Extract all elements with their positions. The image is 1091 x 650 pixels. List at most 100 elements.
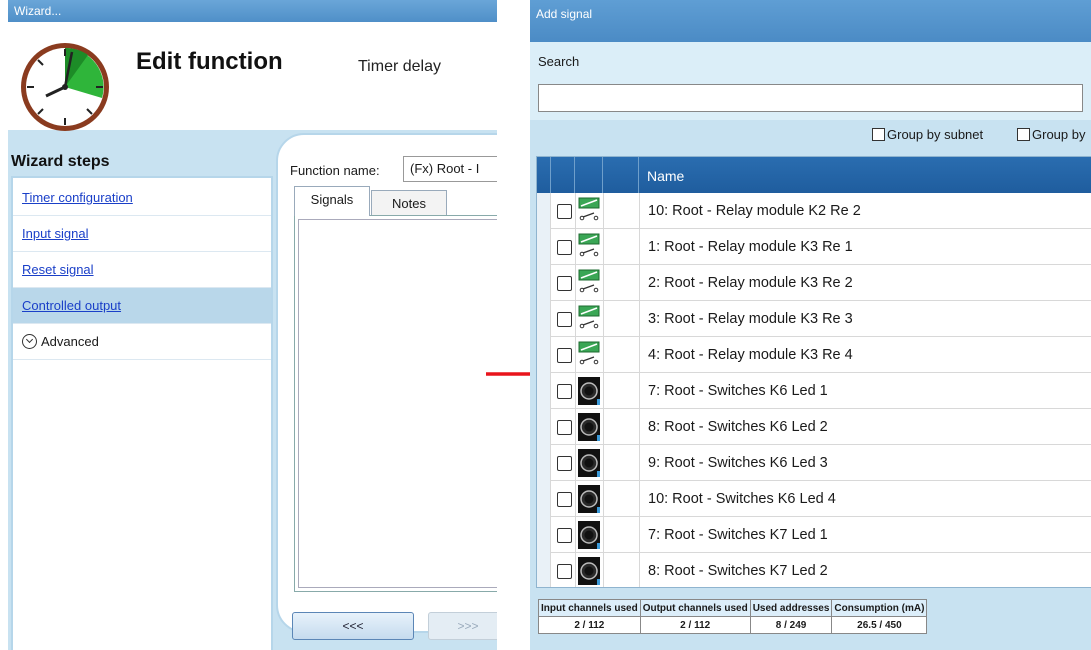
row-selector[interactable] [537, 409, 551, 445]
row-checkbox[interactable] [557, 348, 572, 363]
cell-divider [575, 193, 576, 229]
group-by-checkbox[interactable]: Group by [1017, 127, 1085, 142]
step-link[interactable]: Controlled output [22, 298, 121, 313]
cell-divider [575, 481, 576, 517]
signal-name: 2: Root - Relay module K3 Re 2 [648, 275, 853, 291]
signal-name: 3: Root - Relay module K3 Re 3 [648, 311, 853, 327]
row-selector[interactable] [537, 553, 551, 587]
cell-divider [575, 229, 576, 265]
stat-value-used-addresses: 8 / 249 [749, 616, 833, 634]
relay-icon [578, 269, 600, 297]
usage-stats-table: Input channels used Output channels used… [538, 599, 928, 634]
signal-name: 10: Root - Switches K6 Led 4 [648, 491, 836, 507]
checkbox-box[interactable] [1017, 128, 1030, 141]
row-checkbox[interactable] [557, 564, 572, 579]
header-icon-column [575, 157, 603, 193]
previous-button[interactable]: <<< [292, 612, 414, 640]
switch-led-icon [578, 449, 600, 477]
row-checkbox[interactable] [557, 456, 572, 471]
wizard-steps-heading: Wizard steps [11, 153, 110, 170]
signals-list-inner [298, 219, 497, 588]
table-row[interactable]: 8: Root - Switches K6 Led 2 [537, 409, 1091, 445]
step-link[interactable]: Timer configuration [22, 190, 133, 205]
row-checkbox[interactable] [557, 312, 572, 327]
signals-list[interactable] [294, 215, 497, 592]
signal-name: 8: Root - Switches K7 Led 2 [648, 563, 828, 579]
advanced-label: Advanced [41, 334, 99, 349]
row-checkbox[interactable] [557, 492, 572, 507]
table-row[interactable]: 4: Root - Relay module K3 Re 4 [537, 337, 1091, 373]
table-row[interactable]: 9: Root - Switches K6 Led 3 [537, 445, 1091, 481]
wizard-window: Wizard... Edit function Timer delay Wiza… [0, 0, 497, 650]
step-input-signal[interactable]: Input signal [13, 216, 271, 252]
table-row[interactable]: 10: Root - Relay module K2 Re 2 [537, 193, 1091, 229]
row-selector[interactable] [537, 193, 551, 229]
row-checkbox[interactable] [557, 204, 572, 219]
table-row[interactable]: 2: Root - Relay module K3 Re 2 [537, 265, 1091, 301]
row-selector[interactable] [537, 481, 551, 517]
table-row[interactable]: 7: Root - Switches K6 Led 1 [537, 373, 1091, 409]
function-name-field[interactable]: (Fx) Root - I [403, 156, 497, 182]
stat-header-used-addresses: Used addresses [749, 599, 833, 617]
cell-divider [603, 409, 604, 445]
table-row[interactable]: 8: Root - Switches K7 Led 2 [537, 553, 1091, 587]
cell-divider [639, 229, 640, 265]
row-checkbox[interactable] [557, 420, 572, 435]
signal-name: 10: Root - Relay module K2 Re 2 [648, 203, 861, 219]
stat-header-output-channels: Output channels used [639, 599, 751, 617]
cell-divider [639, 553, 640, 587]
row-selector[interactable] [537, 229, 551, 265]
stat-value-input-channels: 2 / 112 [538, 616, 641, 634]
function-name-label: Function name: [290, 163, 380, 178]
column-header-name[interactable]: Name [647, 157, 684, 193]
row-selector[interactable] [537, 301, 551, 337]
table-row[interactable]: 10: Root - Switches K6 Led 4 [537, 481, 1091, 517]
next-button[interactable]: >>> [428, 612, 497, 640]
step-reset-signal[interactable]: Reset signal [13, 252, 271, 288]
table-row[interactable]: 3: Root - Relay module K3 Re 3 [537, 301, 1091, 337]
step-link[interactable]: Reset signal [22, 262, 94, 277]
cell-divider [575, 517, 576, 553]
advanced-toggle[interactable]: Advanced [13, 324, 271, 360]
row-selector[interactable] [537, 445, 551, 481]
table-row[interactable]: 1: Root - Relay module K3 Re 1 [537, 229, 1091, 265]
cell-divider [639, 265, 640, 301]
group-by-subnet-label: Group by subnet [887, 127, 984, 142]
table-header: Name [537, 157, 1091, 193]
search-label: Search [538, 54, 580, 69]
group-by-label: Group by [1032, 127, 1086, 142]
search-input[interactable] [538, 84, 1083, 112]
row-selector[interactable] [537, 337, 551, 373]
signal-name: 7: Root - Switches K6 Led 1 [648, 383, 828, 399]
wizard-title-bar: Wizard... [8, 0, 497, 22]
cell-divider [639, 301, 640, 337]
row-checkbox[interactable] [557, 384, 572, 399]
relay-icon [578, 305, 600, 333]
cell-divider [603, 265, 604, 301]
step-controlled-output[interactable]: Controlled output [13, 288, 271, 324]
clock-icon [21, 43, 109, 131]
row-checkbox[interactable] [557, 276, 572, 291]
add-signal-title-bar: Add signal [530, 0, 1091, 42]
group-by-subnet-checkbox[interactable]: Group by subnet [872, 127, 983, 142]
row-checkbox[interactable] [557, 528, 572, 543]
table-row[interactable]: 7: Root - Switches K7 Led 1 [537, 517, 1091, 553]
add-signal-window: Add signal Search Group by subnet Group … [530, 0, 1091, 650]
tab-signals[interactable]: Signals [294, 186, 370, 216]
switch-led-icon [578, 485, 600, 513]
row-selector[interactable] [537, 373, 551, 409]
stat-header-input-channels: Input channels used [538, 599, 641, 617]
cell-divider [603, 193, 604, 229]
signals-table: Name 10: Root - Relay module K2 Re 2 1: R… [536, 156, 1091, 588]
checkbox-box[interactable] [872, 128, 885, 141]
row-checkbox[interactable] [557, 240, 572, 255]
step-timer-configuration[interactable]: Timer configuration [13, 180, 271, 216]
relay-icon [578, 197, 600, 225]
step-link[interactable]: Input signal [22, 226, 89, 241]
stat-value-output-channels: 2 / 112 [639, 616, 751, 634]
signal-name: 9: Root - Switches K6 Led 3 [648, 455, 828, 471]
tab-notes[interactable]: Notes [371, 190, 447, 215]
cell-divider [603, 229, 604, 265]
row-selector[interactable] [537, 517, 551, 553]
row-selector[interactable] [537, 265, 551, 301]
